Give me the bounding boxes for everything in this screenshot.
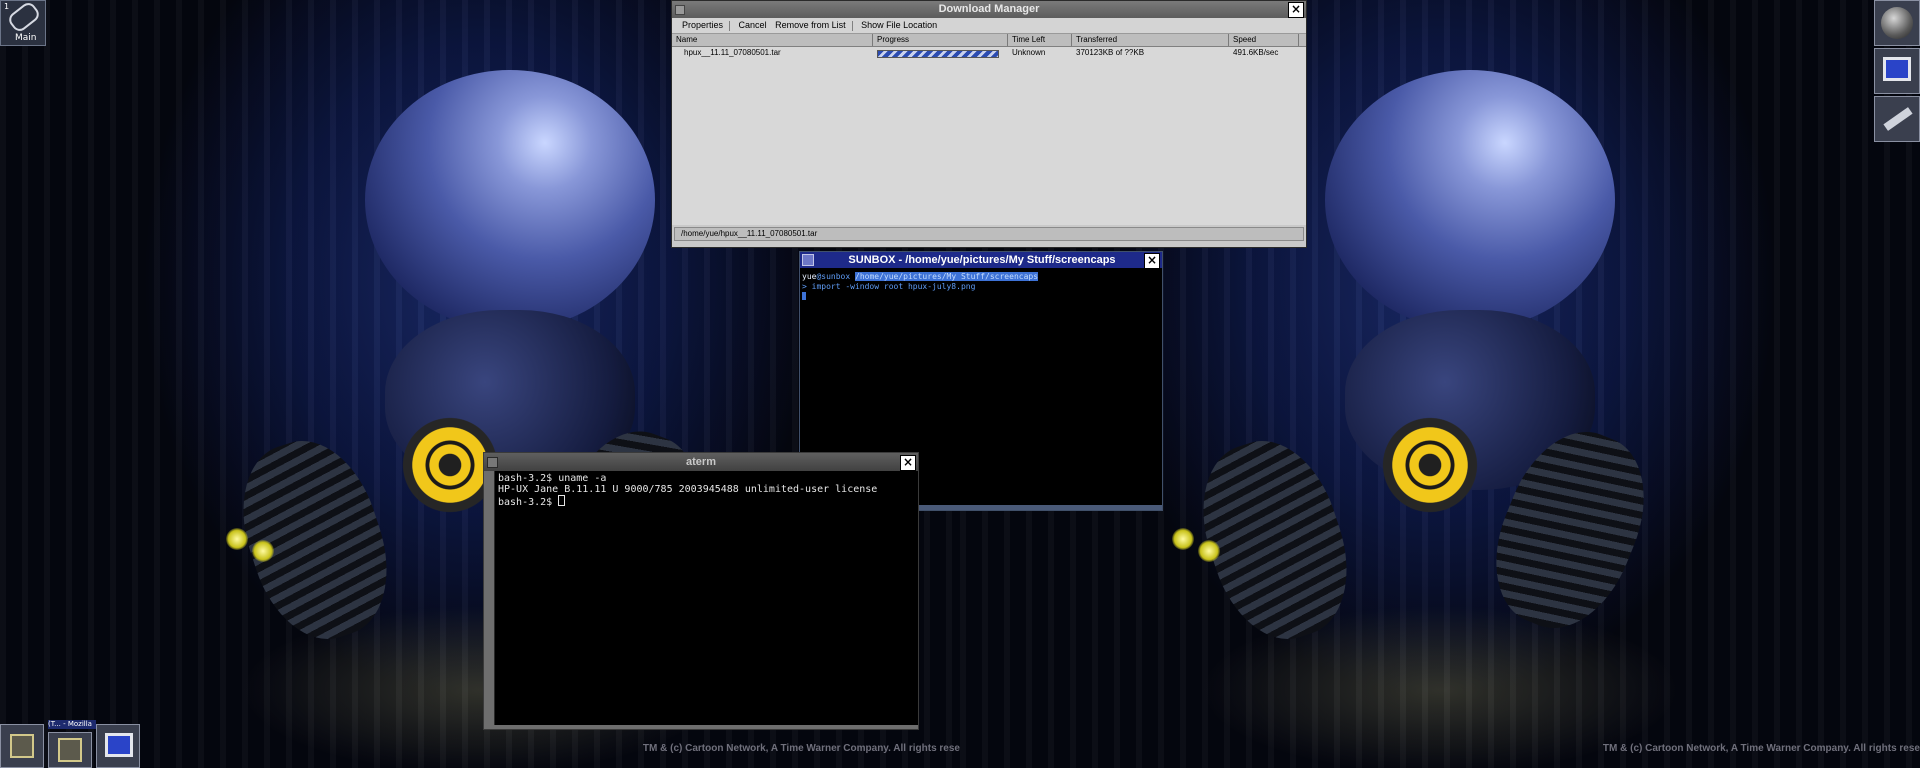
window-title: SUNBOX - /home/yue/pictures/My Stuff/scr… (848, 254, 1116, 266)
terminal-line: bash-3.2$ (498, 497, 559, 508)
show-file-location-button[interactable]: Show File Location (861, 20, 937, 30)
app-icon (58, 738, 82, 762)
command-line: > import -window root hpux-july8.png (802, 282, 976, 291)
copyright-text: TM & (c) Cartoon Network, A Time Warner … (642, 743, 960, 754)
aterm-titlebar[interactable]: aterm × (484, 453, 918, 471)
robot-light (1172, 528, 1194, 550)
robot-light (252, 540, 274, 562)
dock-disc-button[interactable] (1874, 0, 1920, 46)
window-bottom-border (484, 725, 918, 729)
cancel-button[interactable]: Cancel (739, 20, 767, 30)
window-title: Download Manager (938, 3, 1040, 15)
disc-icon (1881, 7, 1913, 39)
remove-from-list-button[interactable]: Remove from List (775, 20, 846, 30)
robot-head (1325, 70, 1615, 330)
download-status-bar: /home/yue/hpux__11.11_07080501.tar (674, 227, 1304, 241)
download-name: hpux__11.11_07080501.tar (684, 48, 781, 57)
column-header-progress[interactable]: Progress (873, 34, 1008, 46)
terminal-line: bash-3.2$ uname -a (498, 473, 607, 484)
right-dock (1874, 0, 1920, 144)
robot-light (226, 528, 248, 550)
properties-button[interactable]: Properties (682, 20, 723, 30)
robot-light (1198, 540, 1220, 562)
close-button[interactable]: × (1288, 2, 1304, 18)
paperclip-icon (6, 0, 42, 35)
dock-monitor-button[interactable] (96, 724, 140, 768)
terminal-line: HP-UX Jane B.11.11 U 9000/785 2003945488… (498, 484, 878, 495)
hazard-emblem (1375, 410, 1485, 520)
monitor-icon (1883, 57, 1911, 81)
bottom-dock: (T... - Mozilla (0, 720, 142, 768)
prompt-path: /home/yue/pictures/My Stuff/screencaps (855, 272, 1039, 281)
download-speed: 491.6KB/sec (1233, 48, 1279, 57)
robot-head (365, 70, 655, 330)
mozilla-mini-title[interactable]: (T... - Mozilla (48, 720, 96, 729)
terminal-cursor (558, 495, 566, 506)
column-header-name[interactable]: Name (672, 34, 873, 46)
robot-boot (222, 424, 408, 656)
sunbox-terminal-output[interactable]: yue@sunbox /home/yue/pictures/My Stuff/s… (800, 268, 1162, 307)
app-icon (10, 734, 34, 758)
monitor-icon (105, 733, 133, 757)
download-manager-titlebar[interactable]: Download Manager × (672, 1, 1306, 18)
download-row[interactable]: hpux__11.11_07080501.tar Unknown 370123K… (672, 47, 1306, 59)
download-transferred: 370123KB of ??KB (1076, 48, 1145, 57)
prompt-host: @sunbox (816, 272, 851, 281)
copyright-text: TM & (c) Cartoon Network, A Time Warner … (1602, 743, 1920, 754)
workspace-number: 1 (4, 2, 10, 11)
dock-app-button[interactable] (0, 724, 44, 768)
aterm-window: aterm × bash-3.2$ uname -a HP-UX Jane B.1… (483, 452, 919, 730)
window-title: aterm (686, 456, 716, 468)
close-button[interactable]: × (1144, 253, 1160, 269)
vertical-scrollbar[interactable] (484, 471, 495, 729)
window-menu-icon[interactable] (802, 254, 814, 266)
workspace-main-button[interactable]: 1 Main (0, 0, 46, 46)
download-time-left: Unknown (1012, 48, 1046, 57)
download-list: hpux__11.11_07080501.tar Unknown 370123K… (672, 47, 1306, 225)
horizontal-scrollbar[interactable] (918, 505, 1162, 510)
download-progress-bar (877, 50, 999, 58)
column-header-time-left[interactable]: Time Left (1008, 34, 1072, 46)
download-toolbar: Properties Cancel Remove from List Show … (672, 18, 1306, 34)
prompt-user: yue (802, 272, 817, 281)
close-button[interactable]: × (900, 455, 916, 471)
column-header-transferred[interactable]: Transferred (1072, 34, 1229, 46)
tools-icon (1883, 107, 1913, 131)
download-manager-window: Download Manager × Properties Cancel Rem… (671, 0, 1307, 248)
aterm-output[interactable]: bash-3.2$ uname -a HP-UX Jane B.11.11 U 9… (498, 473, 914, 508)
download-list-header: Name Progress Time Left Transferred Spee… (672, 34, 1306, 47)
dock-tools-button[interactable] (1874, 96, 1920, 142)
terminal-cursor (802, 292, 806, 300)
dock-monitor-button[interactable] (1874, 48, 1920, 94)
column-header-speed[interactable]: Speed (1229, 34, 1299, 46)
workspace-label: Main (15, 33, 37, 43)
dock-app-button[interactable] (48, 732, 92, 768)
sunbox-titlebar[interactable]: SUNBOX - /home/yue/pictures/My Stuff/scr… (800, 252, 1162, 269)
